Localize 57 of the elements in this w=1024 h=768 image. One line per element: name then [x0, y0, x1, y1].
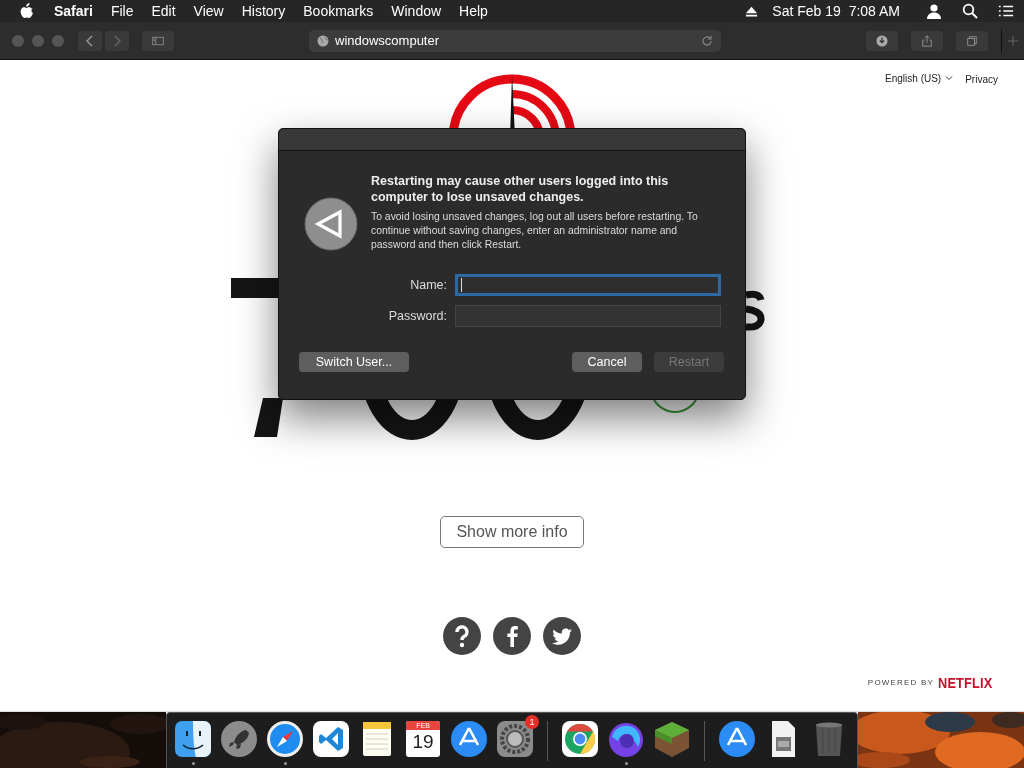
store-icon[interactable]	[449, 719, 489, 759]
restart-icon	[304, 197, 358, 251]
tabs-icon[interactable]	[966, 34, 978, 47]
help-icon[interactable]	[443, 617, 481, 655]
menu-item[interactable]: Bookmarks	[303, 3, 374, 19]
privacy-link[interactable]: Privacy	[965, 74, 998, 85]
netflix-logo[interactable]: NETFLIX	[938, 674, 993, 691]
user-icon[interactable]	[926, 3, 942, 19]
address-text: windowscomputer	[335, 33, 440, 48]
dialog-title: Restarting may cause other users logged into this computer to lose unsaved changes.	[371, 173, 670, 205]
store-icon[interactable]	[717, 719, 757, 759]
menu-item[interactable]: Help	[459, 3, 488, 19]
globe-icon	[317, 34, 329, 47]
sidebar-icon[interactable]	[152, 34, 164, 47]
share-button[interactable]	[911, 30, 943, 51]
clock[interactable]: Sat Feb 19 7:08 AM	[772, 3, 900, 19]
address-field[interactable]: windowscomputer	[309, 29, 721, 52]
smiling-face-icon[interactable]	[173, 719, 213, 759]
gear-icon[interactable]	[495, 719, 535, 759]
dialog-button[interactable]: Cancel	[572, 352, 642, 372]
menu-item[interactable]: Window	[391, 3, 442, 19]
eject-icon[interactable]	[745, 4, 759, 18]
sidebar-button[interactable]	[142, 30, 174, 51]
language-select[interactable]: English (US)	[885, 72, 942, 84]
menu-item[interactable]: History	[241, 3, 286, 19]
menu-item[interactable]: View	[193, 3, 224, 19]
notification-badge: 1	[525, 715, 539, 729]
download-icon[interactable]	[876, 34, 888, 47]
caret-icon[interactable]	[945, 75, 954, 81]
list-icon[interactable]	[998, 3, 1014, 19]
ring-drawing	[650, 398, 700, 414]
circle-logo-icon[interactable]	[560, 719, 600, 759]
twitter-icon[interactable]	[543, 617, 581, 655]
menu-item[interactable]: File	[110, 3, 134, 19]
menu-item[interactable]: Safari	[54, 3, 93, 19]
reload-icon[interactable]	[701, 34, 713, 47]
search-icon[interactable]	[962, 3, 978, 19]
code-icon[interactable]	[311, 719, 351, 759]
dialog-message: To avoid losing unsaved changes, log out all users before restarting. To continue without saving changes, enter an administrator name and password and then click Restart.	[371, 210, 699, 252]
input-field[interactable]	[455, 274, 721, 296]
downloads-button[interactable]	[866, 30, 898, 51]
dialog-button[interactable]: Switch User...	[299, 352, 409, 372]
menu-item[interactable]: Edit	[151, 3, 176, 19]
input-field[interactable]	[455, 305, 721, 327]
show-more-info-button[interactable]: Show more info	[440, 516, 584, 548]
field-label: Password:	[387, 309, 447, 323]
apple-icon[interactable]	[20, 3, 34, 19]
share-icon[interactable]	[921, 34, 933, 47]
grass-block-icon[interactable]	[652, 719, 692, 759]
compass-icon[interactable]	[265, 719, 305, 759]
field-label: Name:	[409, 278, 447, 292]
powered-by-label: POWERED BY	[867, 678, 935, 687]
rocket-icon[interactable]	[219, 719, 259, 759]
calendar-day: 19	[412, 730, 434, 754]
facebook-icon[interactable]	[493, 617, 531, 655]
tabs-button[interactable]	[956, 30, 988, 51]
back-button[interactable]	[78, 30, 102, 51]
